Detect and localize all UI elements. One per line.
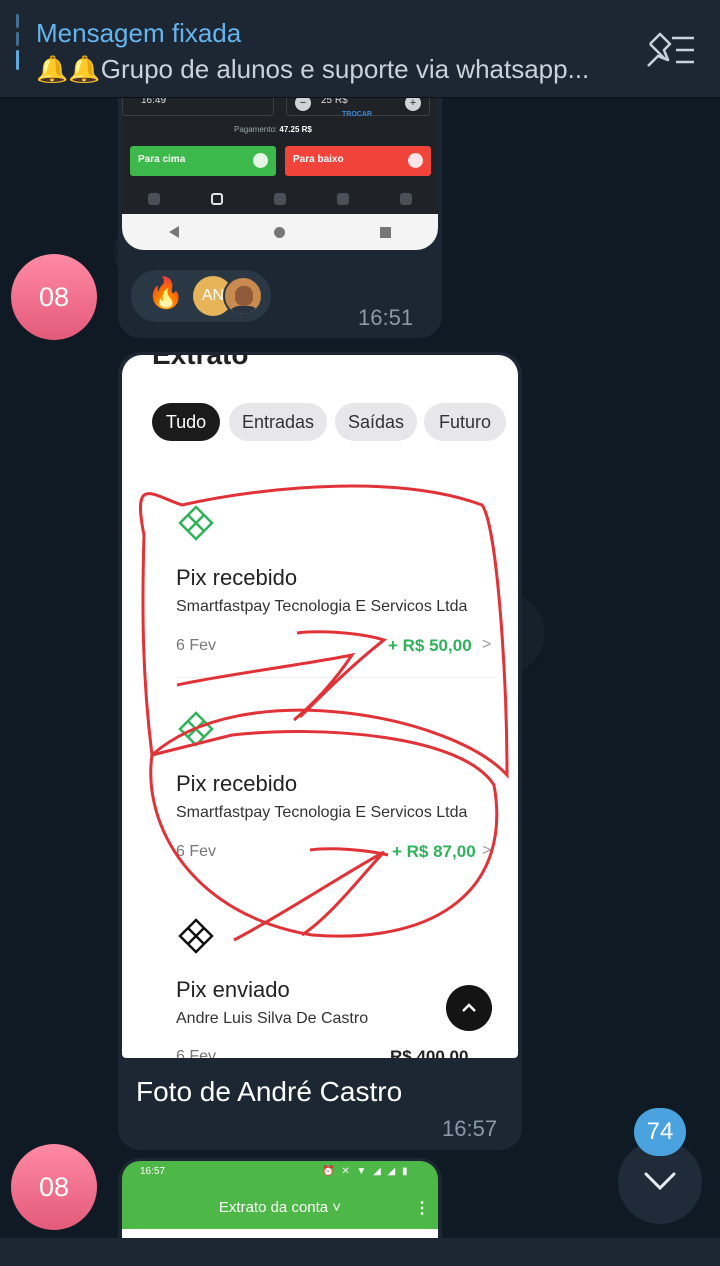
message-photo[interactable]: 16:57 ⏰ ✕ ▼ ◢ ◢ ▮ Extrato da conta ˅ ⋮ [122, 1161, 438, 1238]
arrow-down-icon: ↓ [408, 153, 423, 168]
recents-icon [379, 226, 391, 238]
back-icon [169, 226, 180, 238]
photo-caption: Foto de André Castro [136, 1076, 403, 1107]
up-button: Para cima ↑ [130, 146, 276, 176]
down-button: Para baixo ↓ [285, 146, 431, 176]
chart-icon [210, 193, 223, 205]
unread-count-badge: 74 [634, 1108, 686, 1156]
chevron-down-icon [644, 1172, 676, 1191]
pinned-list-icon[interactable] [642, 30, 698, 70]
input-bar[interactable] [0, 1238, 720, 1266]
reactor-avatar-photo [223, 276, 263, 316]
fire-reaction-icon[interactable]: 🔥 [147, 276, 184, 311]
arrow-up-icon: ↑ [253, 153, 268, 168]
pinned-text: 🔔🔔Grupo de alunos e suporte via whatsapp… [36, 54, 590, 84]
message-photo[interactable]: 16:49 25 R$ − + TROCAR Pagamento: 47.25 … [122, 80, 438, 250]
trocar-label: TROCAR [342, 111, 372, 118]
status-time: 16:57 [140, 1166, 166, 1177]
pinned-title: Mensagem fixada [36, 18, 242, 48]
pinned-message-bar[interactable]: Mensagem fixada 🔔🔔Grupo de alunos e supo… [0, 0, 720, 98]
pinned-indicator [16, 14, 19, 82]
more-vert-icon: ⋮ [414, 1200, 430, 1217]
chat-icon [147, 193, 160, 205]
sender-avatar[interactable]: 08 [11, 254, 97, 340]
gear-icon [337, 193, 350, 205]
message-time: 16:57 [442, 1116, 498, 1141]
screen-title: Extrato da conta ˅ [218, 1199, 342, 1216]
status-icons: ⏰ ✕ ▼ ◢ ◢ ▮ [322, 1166, 410, 1177]
system-nav-bar [122, 214, 438, 250]
user-icon [273, 193, 286, 205]
payment-row: Pagamento: 47.25 R$ [234, 125, 312, 134]
more-icon [400, 193, 413, 205]
reactions-bar[interactable]: 🔥 AN [131, 270, 271, 322]
sender-avatar[interactable]: 08 [11, 1144, 97, 1230]
red-annotation-drawing [139, 484, 509, 942]
app-nav-bar [122, 184, 438, 214]
home-icon [273, 226, 285, 238]
message-photo[interactable]: Extrato Tudo Entradas Saídas Futuro Pix … [122, 355, 518, 1058]
message-time: 16:51 [358, 305, 414, 330]
